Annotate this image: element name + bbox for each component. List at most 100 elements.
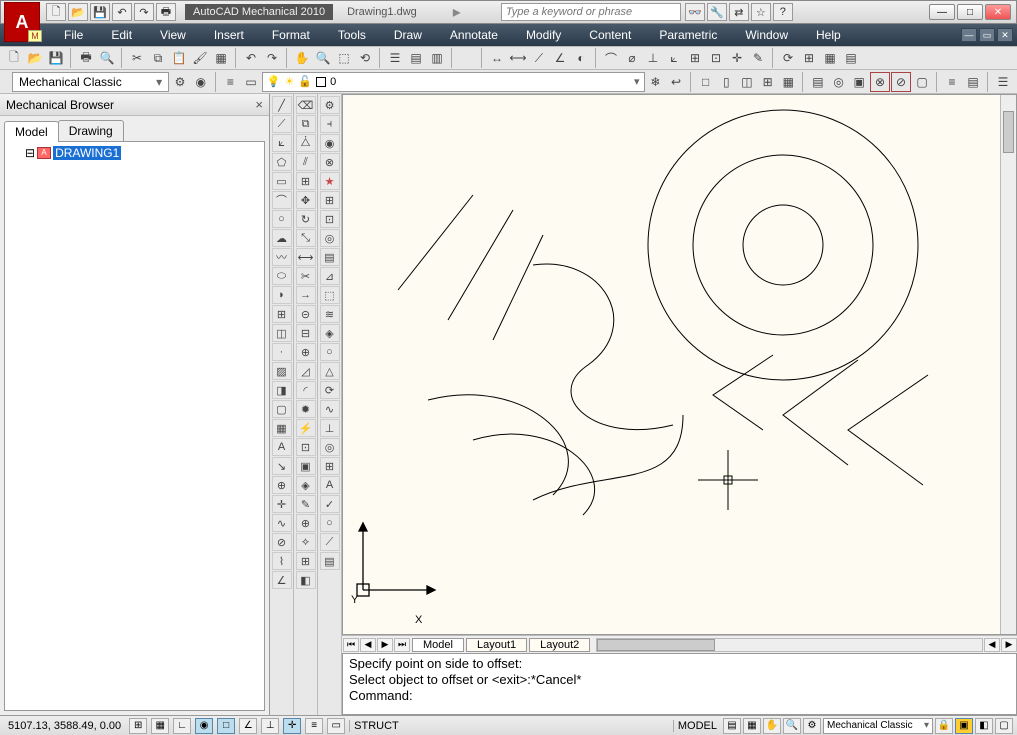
region-icon[interactable]: ▢ <box>272 400 292 418</box>
construction-line-icon[interactable]: ⟋ <box>272 115 292 133</box>
moment-icon[interactable]: ⟳ <box>320 381 340 399</box>
toolbar-lock-icon[interactable]: 🔒 <box>935 718 953 734</box>
erase-icon[interactable]: ⌫ <box>296 96 316 114</box>
mirror-icon[interactable]: ⧊ <box>296 134 316 152</box>
menu-file[interactable]: File <box>50 28 97 42</box>
spline-icon[interactable]: 〰 <box>272 248 292 266</box>
horizontal-scrollbar[interactable] <box>596 638 983 652</box>
menu-content[interactable]: Content <box>575 28 645 42</box>
break-icon[interactable]: ⊟ <box>296 324 316 342</box>
match-props-icon[interactable]: 🖌 <box>190 48 210 68</box>
mdi-minimize-icon[interactable]: — <box>961 28 977 42</box>
layout-scroll-left-icon[interactable]: ◀ <box>984 638 1000 652</box>
dim-linear-icon[interactable]: ⟷ <box>508 48 528 68</box>
quickview-drawings-icon[interactable]: ▦ <box>743 718 761 734</box>
copy-icon[interactable]: ⧉ <box>148 48 168 68</box>
break-at-point-icon[interactable]: ⊝ <box>296 305 316 323</box>
cline-cross-icon[interactable]: ✛ <box>272 495 292 513</box>
zoom-window-icon[interactable]: ⬚ <box>334 48 354 68</box>
cline-hole-icon[interactable]: ⊘ <box>272 533 292 551</box>
polyline-icon[interactable]: ⟀ <box>272 134 292 152</box>
belt-icon[interactable]: ○ <box>320 343 340 361</box>
menu-format[interactable]: Format <box>258 28 324 42</box>
menu-edit[interactable]: Edit <box>97 28 146 42</box>
balloon-icon[interactable]: ○ <box>320 514 340 532</box>
calc-icon[interactable]: ⊞ <box>320 457 340 475</box>
poweredit-icon[interactable]: ✎ <box>296 495 316 513</box>
gradient-icon[interactable]: ◨ <box>272 381 292 399</box>
viewport-two-icon[interactable]: ▯ <box>716 72 736 92</box>
help-icon[interactable]: ? <box>773 3 793 21</box>
fea-icon[interactable]: △ <box>320 362 340 380</box>
menu-annotate[interactable]: Annotate <box>436 28 512 42</box>
point-icon[interactable]: · <box>272 343 292 361</box>
menu-window[interactable]: Window <box>731 28 802 42</box>
misc3-icon[interactable]: ◧ <box>296 571 316 589</box>
symmetry-icon[interactable]: ⊿ <box>320 267 340 285</box>
menu-insert[interactable]: Insert <box>200 28 258 42</box>
layer-freeze-icon[interactable]: ❄ <box>646 72 666 92</box>
circle-icon[interactable]: ○ <box>272 210 292 228</box>
center-mark-icon[interactable]: ✛ <box>727 48 747 68</box>
dim-radius-icon[interactable]: ◐ <box>571 48 591 68</box>
zoom-previous-icon[interactable]: ⟲ <box>355 48 375 68</box>
std-parts-icon[interactable]: ★ <box>320 172 340 190</box>
powersnap2-icon[interactable]: ⊡ <box>296 438 316 456</box>
dim-diameter-icon[interactable]: ⌀ <box>622 48 642 68</box>
grid-toggle[interactable]: ▦ <box>151 718 169 734</box>
layout-prev-icon[interactable]: ◀ <box>360 638 376 652</box>
mdi-restore-icon[interactable]: ▭ <box>979 28 995 42</box>
bearing-icon[interactable]: ◎ <box>320 438 340 456</box>
chamfer-icon[interactable]: ◿ <box>296 362 316 380</box>
browser-tree[interactable]: ⊟ A DRAWING1 <box>4 141 265 711</box>
3dorbit-icon[interactable]: ◎ <box>829 72 849 92</box>
spring-icon[interactable]: ⫞ <box>320 115 340 133</box>
exchange-icon[interactable]: ⇄ <box>729 3 749 21</box>
line-icon[interactable]: ╱ <box>272 96 292 114</box>
table-icon[interactable]: ▤ <box>841 48 861 68</box>
array-icon[interactable]: ⊞ <box>296 172 316 190</box>
move-icon[interactable]: ✥ <box>296 191 316 209</box>
misc2-icon[interactable]: ⊞ <box>296 552 316 570</box>
named-views-icon[interactable]: ▤ <box>808 72 828 92</box>
hardware-accel-icon[interactable]: ▣ <box>955 718 973 734</box>
dim-style-icon[interactable]: ⊞ <box>799 48 819 68</box>
dim-aligned-icon[interactable]: ⟋ <box>529 48 549 68</box>
workspace-settings-icon[interactable]: ⚙ <box>170 72 190 92</box>
menu-draw[interactable]: Draw <box>380 28 436 42</box>
pan-icon[interactable]: ✋ <box>292 48 312 68</box>
new-icon[interactable]: 🗋 <box>4 48 24 68</box>
offset-icon[interactable]: ⫽ <box>296 153 316 171</box>
viewport-single-icon[interactable]: □ <box>696 72 716 92</box>
open-icon[interactable]: 📂 <box>25 48 45 68</box>
leader-icon[interactable]: ✓ <box>320 495 340 513</box>
print-icon[interactable]: 🖶 <box>76 48 96 68</box>
layer-props-icon[interactable]: ≡ <box>221 72 241 92</box>
layout-tab-2[interactable]: Layout2 <box>529 638 590 652</box>
bom-icon[interactable]: ▤ <box>320 552 340 570</box>
menu-parametric[interactable]: Parametric <box>645 28 731 42</box>
mtext-icon[interactable]: A <box>272 438 292 456</box>
ducs-toggle[interactable]: ⊥ <box>261 718 279 734</box>
properties-icon[interactable]: ☰ <box>385 48 405 68</box>
revision-cloud-icon[interactable]: ☁ <box>272 229 292 247</box>
constraint2-icon[interactable]: ⊘ <box>891 72 911 92</box>
zoom2-icon[interactable]: 🔍 <box>783 718 801 734</box>
ellipse-icon[interactable]: ⬭ <box>272 267 292 285</box>
command-line[interactable]: Specify point on side to offset: Select … <box>342 653 1017 715</box>
trim-icon[interactable]: ✂ <box>296 267 316 285</box>
join-icon[interactable]: ⊕ <box>296 343 316 361</box>
tool-palettes-icon[interactable]: ▥ <box>427 48 447 68</box>
zoom-realtime-icon[interactable]: 🔍 <box>313 48 333 68</box>
cut-icon[interactable]: ✂ <box>127 48 147 68</box>
print-preview-icon[interactable]: 🔍 <box>97 48 117 68</box>
cline-plate-icon[interactable]: ⌇ <box>272 552 292 570</box>
workspace-save-icon[interactable]: ◉ <box>191 72 211 92</box>
layout-tab-1[interactable]: Layout1 <box>466 638 527 652</box>
quickview-layouts-icon[interactable]: ▤ <box>723 718 741 734</box>
dim-update-icon[interactable]: ⟳ <box>778 48 798 68</box>
qat-save-icon[interactable]: 💾 <box>90 3 110 21</box>
workspace-combo[interactable]: Mechanical Classic <box>823 718 933 734</box>
undo-icon[interactable]: ↶ <box>241 48 261 68</box>
model-space-label[interactable]: MODEL <box>673 720 721 732</box>
